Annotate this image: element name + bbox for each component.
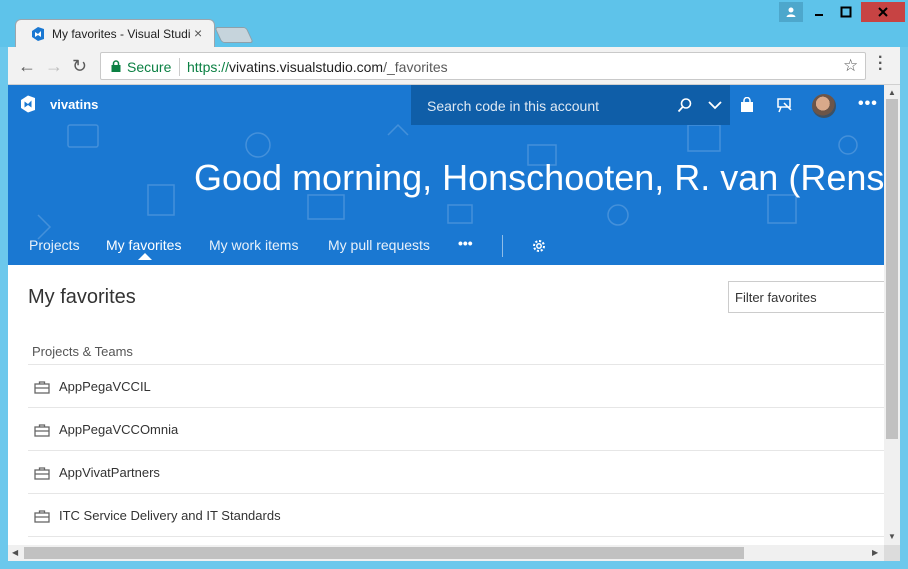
chevron-down-icon[interactable] (708, 99, 722, 111)
browser-tab[interactable]: My favorites - Visual Studio × (15, 19, 215, 47)
favorite-label[interactable]: ITC Service Delivery and IT Standards (59, 508, 281, 523)
reload-icon[interactable]: ↻ (72, 56, 87, 77)
address-bar[interactable]: Secure https://vivatins.visualstudio.com… (100, 52, 866, 80)
minimize-button[interactable] (805, 2, 832, 22)
marketplace-bag-icon[interactable] (739, 97, 755, 113)
favorite-label[interactable]: AppPegaVCCOmnia (59, 422, 178, 437)
project-briefcase-icon (34, 424, 50, 437)
horizontal-scrollbar[interactable]: ◀ ▶ (8, 545, 884, 561)
hero-banner: vivatins Search code in this account •••… (8, 85, 884, 265)
user-profile-icon[interactable] (779, 2, 803, 22)
forward-icon[interactable]: → (45, 56, 63, 77)
address-divider (179, 58, 180, 76)
account-name[interactable]: vivatins (50, 97, 98, 112)
code-search-box[interactable]: Search code in this account (411, 85, 730, 125)
scroll-right-icon[interactable]: ▶ (872, 548, 878, 557)
favorite-label[interactable]: AppVivatPartners (59, 465, 160, 480)
feedback-icon[interactable] (776, 97, 794, 113)
greeting-text: Good morning, Honschooten, R. van (Rens) (194, 157, 884, 198)
more-options-icon[interactable]: ••• (858, 95, 878, 113)
section-header-projects-teams: Projects & Teams (32, 344, 133, 359)
secure-label: Secure (127, 59, 172, 75)
scroll-down-icon[interactable]: ▼ (888, 532, 896, 541)
list-divider (28, 536, 884, 545)
new-tab-button[interactable] (214, 27, 254, 43)
hub-my-work-items[interactable]: My work items (209, 237, 298, 253)
page-title: My favorites (28, 286, 136, 308)
browser-toolbar: ← → ↻ Secure https://vivatins.visualstud… (8, 47, 900, 85)
scroll-left-icon[interactable]: ◀ (12, 548, 18, 557)
visual-studio-icon (32, 27, 44, 41)
vertical-scrollbar[interactable]: ▲ ▼ (884, 85, 900, 545)
avatar[interactable] (812, 94, 836, 118)
close-window-button[interactable] (861, 2, 905, 22)
lock-icon (111, 60, 121, 72)
project-briefcase-icon (34, 381, 50, 394)
horizontal-scroll-thumb[interactable] (24, 547, 744, 559)
filter-favorites-input[interactable]: Filter favorites (728, 281, 884, 313)
visual-studio-logo-icon[interactable] (18, 94, 38, 114)
hub-my-pull-requests[interactable]: My pull requests (328, 237, 430, 253)
back-icon[interactable]: ← (18, 56, 36, 77)
tab-close-icon[interactable]: × (194, 25, 202, 41)
list-item[interactable]: AppPegaVCCIL (28, 364, 884, 407)
list-item[interactable]: AppVivatPartners (28, 450, 884, 493)
active-hub-indicator (138, 253, 152, 260)
url-text: https://vivatins.visualstudio.com/_favor… (187, 59, 448, 75)
page-viewport: vivatins Search code in this account •••… (8, 85, 884, 545)
hub-projects[interactable]: Projects (29, 237, 80, 253)
tab-title: My favorites - Visual Studio (52, 27, 190, 41)
browser-menu-icon[interactable]: · · · (878, 50, 883, 78)
scroll-up-icon[interactable]: ▲ (888, 88, 896, 97)
maximize-button[interactable] (832, 2, 859, 22)
hub-my-favorites[interactable]: My favorites (106, 237, 181, 253)
hub-more-icon[interactable]: ••• (458, 235, 473, 251)
bookmark-star-icon[interactable]: ☆ (843, 56, 858, 76)
hub-divider (502, 235, 503, 257)
search-icon[interactable] (677, 97, 693, 113)
gear-icon[interactable] (531, 238, 547, 254)
search-placeholder: Search code in this account (427, 98, 599, 114)
favorite-label[interactable]: AppPegaVCCIL (59, 379, 151, 394)
list-item[interactable]: AppPegaVCCOmnia (28, 407, 884, 450)
vertical-scroll-thumb[interactable] (886, 99, 898, 439)
project-briefcase-icon (34, 510, 50, 523)
list-item[interactable]: ITC Service Delivery and IT Standards (28, 493, 884, 536)
scrollbar-corner (884, 545, 900, 561)
project-briefcase-icon (34, 467, 50, 480)
